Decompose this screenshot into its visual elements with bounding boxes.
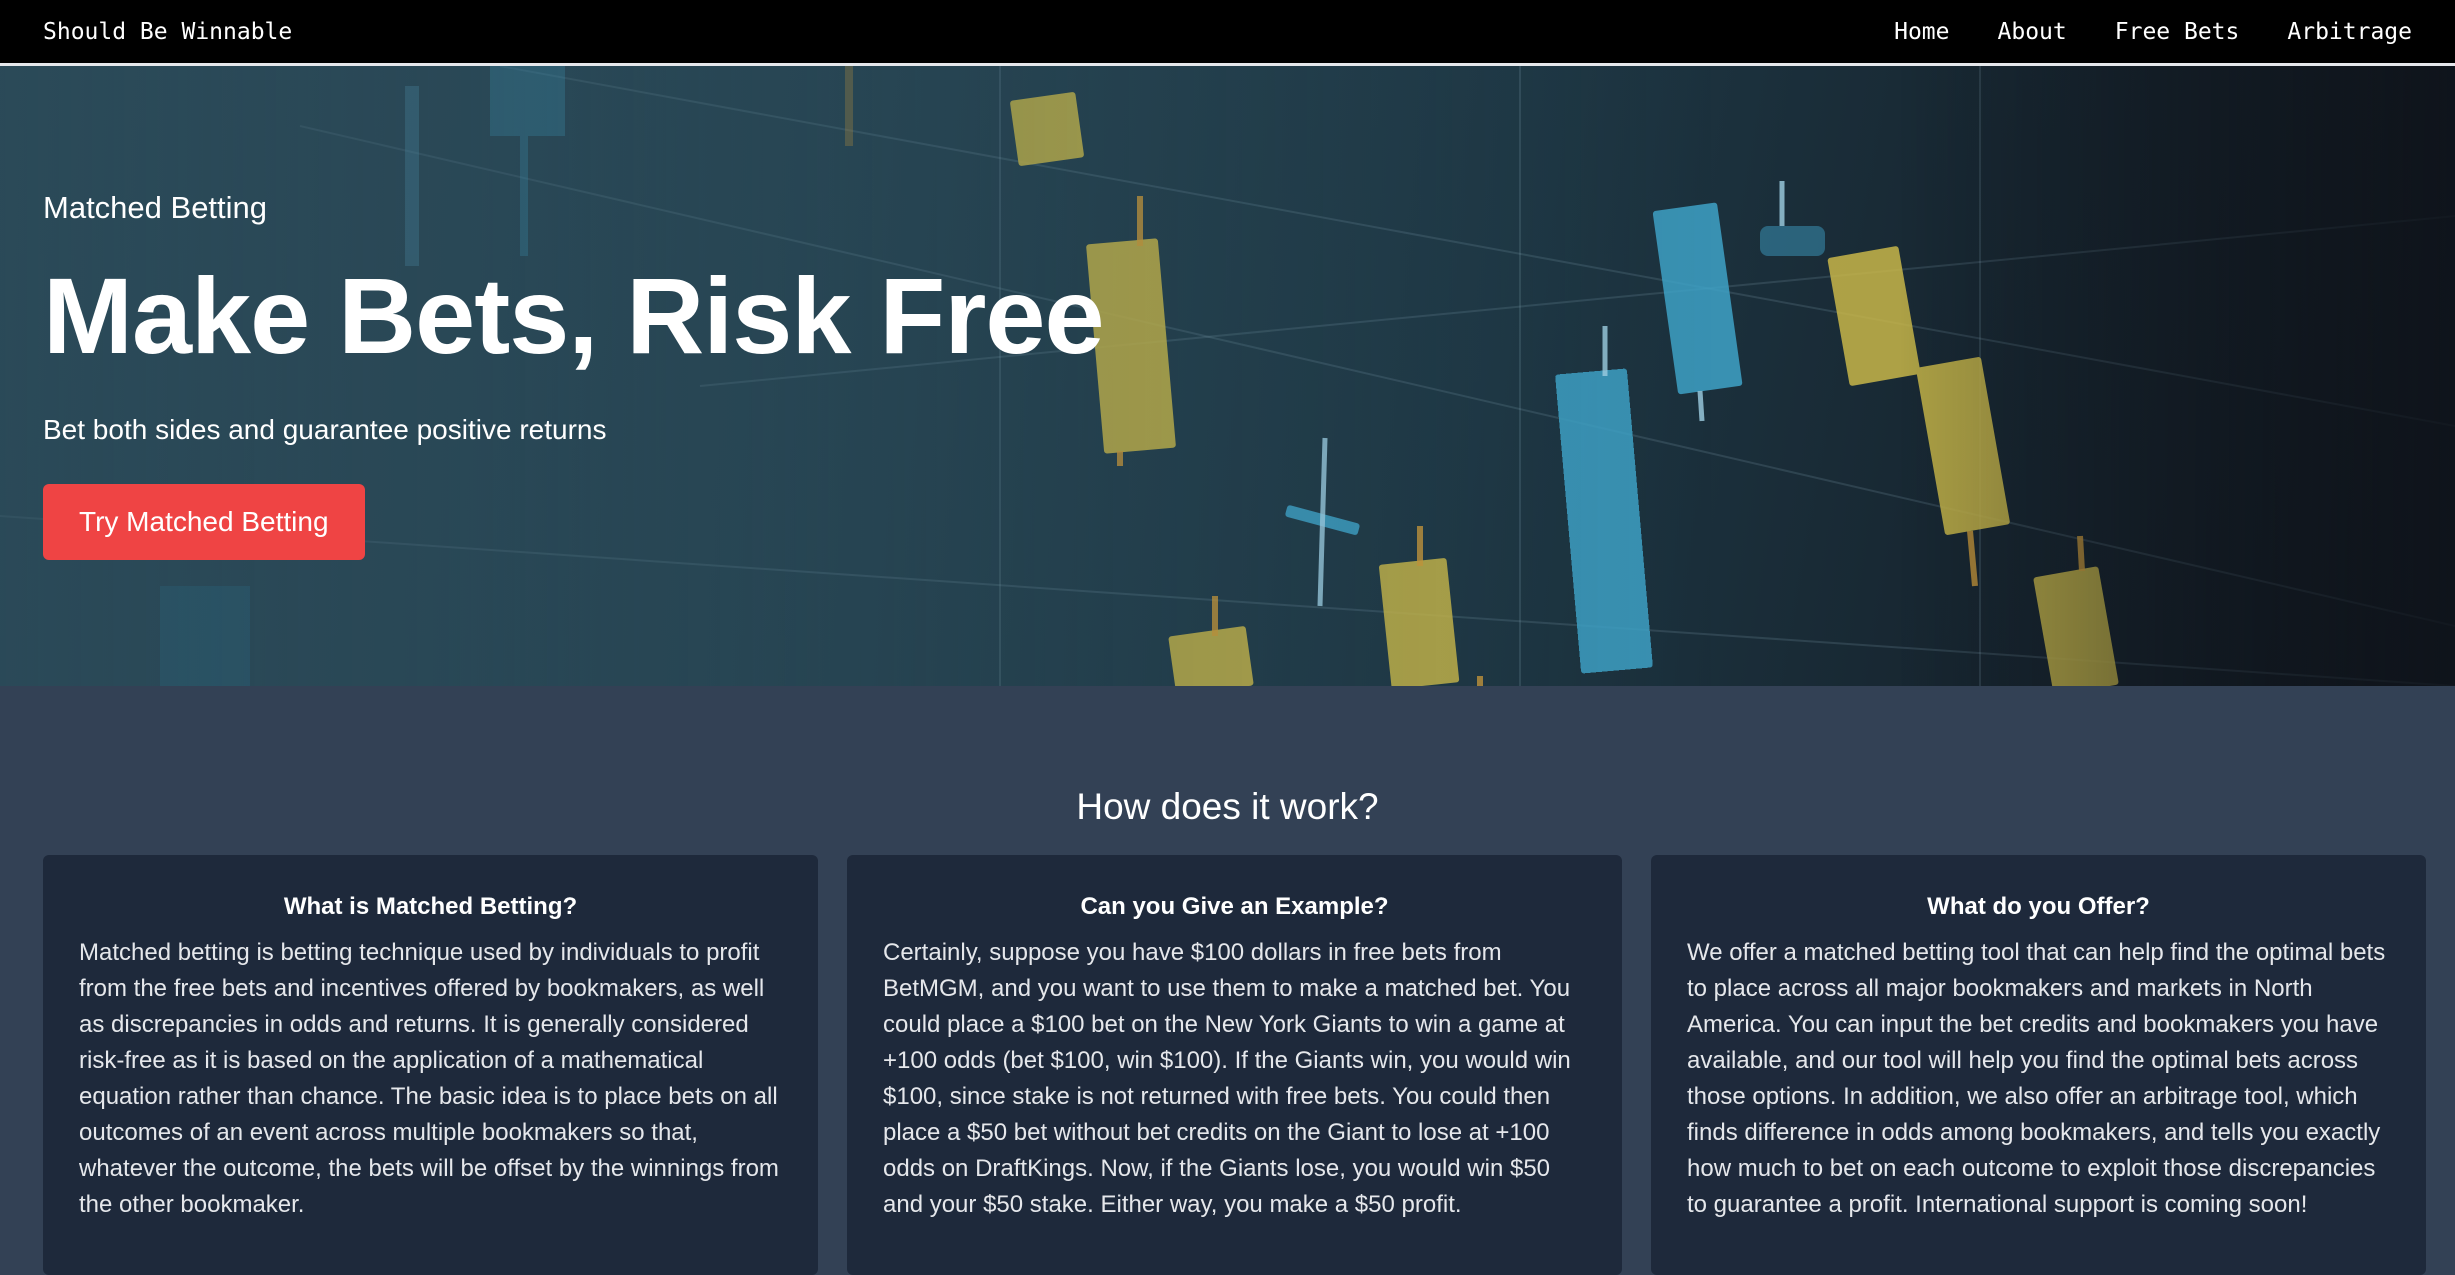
card-title: What do you Offer? — [1927, 893, 2150, 920]
nav-links: Home About Free Bets Arbitrage — [1894, 19, 2412, 45]
hero-section: Matched Betting Make Bets, Risk Free Bet… — [0, 66, 2455, 686]
nav-link-free-bets[interactable]: Free Bets — [2115, 19, 2240, 45]
card-title: Can you Give an Example? — [1080, 893, 1389, 920]
hero-eyebrow: Matched Betting — [43, 190, 268, 225]
card-body: We offer a matched betting tool that can… — [1687, 939, 2386, 1218]
nav-link-arbitrage[interactable]: Arbitrage — [2287, 19, 2412, 45]
card-title: What is Matched Betting? — [283, 893, 578, 920]
card-body: Certainly, suppose you have $100 dollars… — [883, 939, 1571, 1218]
card-body: Matched betting is betting technique use… — [79, 939, 779, 1218]
section-heading: How does it work? — [1076, 786, 1379, 827]
info-card-example: Can you Give an Example? Certainly, supp… — [847, 855, 1622, 1275]
nav-link-about[interactable]: About — [1998, 19, 2067, 45]
nav-link-home[interactable]: Home — [1894, 19, 1949, 45]
info-card-what-is: What is Matched Betting? Matched betting… — [43, 855, 818, 1275]
brand-logo-text[interactable]: Should Be Winnable — [43, 19, 292, 45]
hero-content: Matched Betting Make Bets, Risk Free Bet… — [43, 190, 1105, 560]
info-cards: What is Matched Betting? Matched betting… — [43, 855, 2426, 1275]
hero-title: Make Bets, Risk Free — [43, 255, 1105, 376]
how-it-works-section: How does it work? What is Matched Bettin… — [0, 686, 2455, 1275]
info-card-offer: What do you Offer? We offer a matched be… — [1651, 855, 2426, 1275]
try-matched-betting-button[interactable]: Try Matched Betting — [43, 484, 365, 560]
hero-tagline: Bet both sides and guarantee positive re… — [43, 414, 607, 445]
top-navbar: Should Be Winnable Home About Free Bets … — [0, 0, 2455, 66]
